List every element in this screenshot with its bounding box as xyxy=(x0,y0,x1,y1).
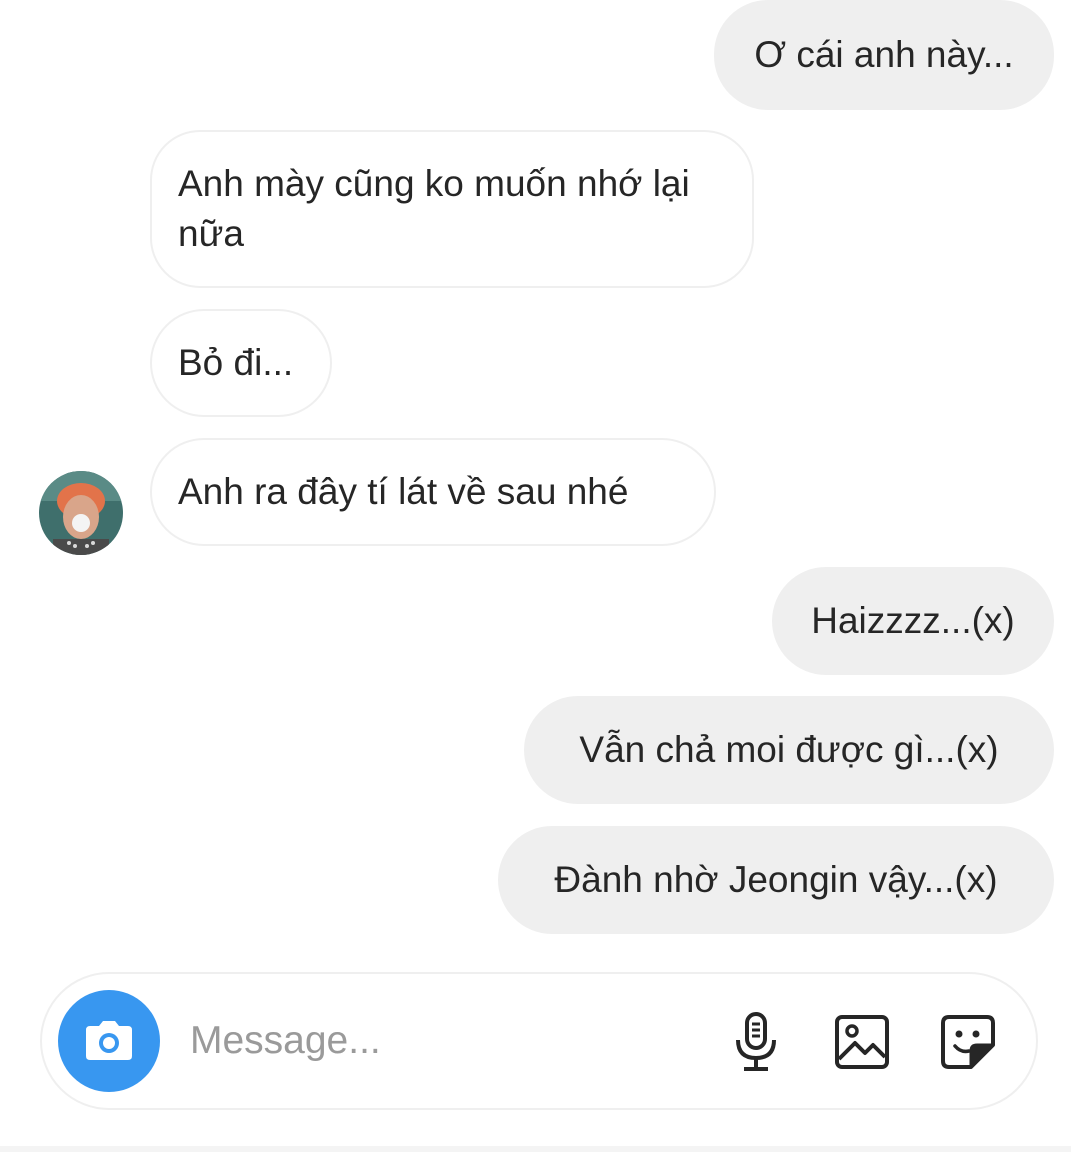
camera-icon xyxy=(86,1021,132,1060)
microphone-icon xyxy=(736,1012,776,1071)
message-composer xyxy=(40,972,1038,1110)
message-text: Đành nhờ Jeongin vậy...(x) xyxy=(554,859,998,900)
avatar-image xyxy=(39,471,123,555)
bottom-divider xyxy=(0,1146,1071,1152)
message-input[interactable] xyxy=(190,1016,690,1066)
image-gallery-icon xyxy=(835,1015,889,1069)
message-bubble-incoming[interactable]: Anh ra đây tí lát về sau nhé xyxy=(150,438,716,546)
message-text: Vẫn chả moi được gì...(x) xyxy=(579,729,999,770)
message-bubble-outgoing[interactable]: Đành nhờ Jeongin vậy...(x) xyxy=(498,826,1054,934)
message-bubble-incoming[interactable]: Bỏ đi... xyxy=(150,309,332,417)
message-text: Haizzzz...(x) xyxy=(811,600,1015,641)
message-text: Bỏ đi... xyxy=(178,342,294,383)
message-text: Anh mày cũng ko muốn nhớ lại nữa xyxy=(178,163,690,254)
message-bubble-outgoing[interactable]: Ơ cái anh này... xyxy=(714,0,1054,110)
message-text: Ơ cái anh này... xyxy=(754,34,1014,75)
message-text: Anh ra đây tí lát về sau nhé xyxy=(178,471,629,512)
message-bubble-outgoing[interactable]: Vẫn chả moi được gì...(x) xyxy=(524,696,1054,804)
microphone-button[interactable] xyxy=(724,1010,788,1074)
sticker-icon xyxy=(941,1015,995,1069)
message-bubble-outgoing[interactable]: Haizzzz...(x) xyxy=(772,567,1054,675)
user-avatar[interactable] xyxy=(39,471,123,555)
gallery-button[interactable] xyxy=(830,1010,894,1074)
message-bubble-incoming[interactable]: Anh mày cũng ko muốn nhớ lại nữa xyxy=(150,130,754,288)
camera-button[interactable] xyxy=(58,990,160,1092)
sticker-button[interactable] xyxy=(936,1010,1000,1074)
